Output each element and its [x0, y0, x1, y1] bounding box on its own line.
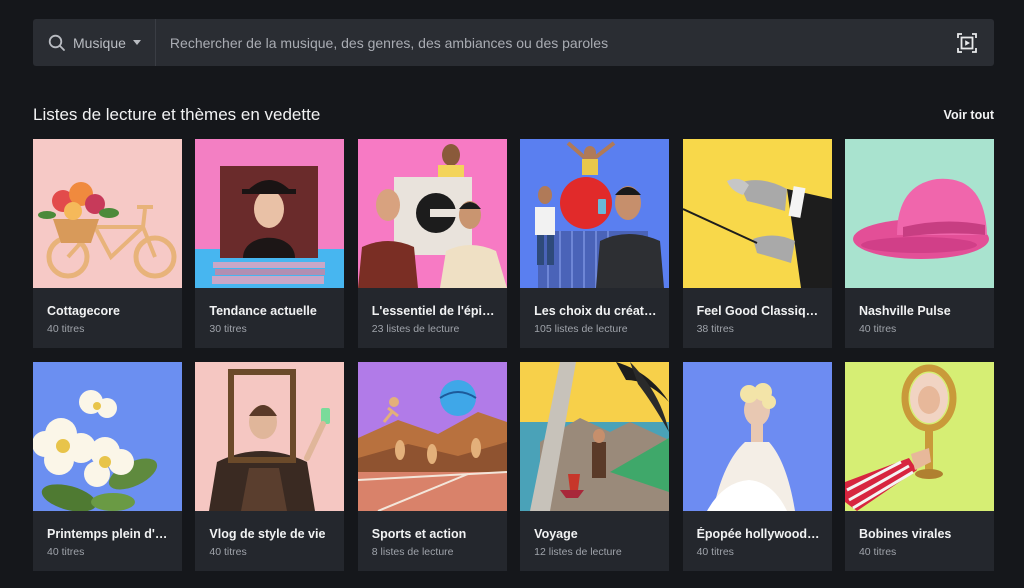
card-title: L'essentiel de l'épid…	[371, 304, 495, 318]
card-subtitle: 40 titres	[858, 323, 897, 335]
playlist-thumbnail	[33, 362, 182, 511]
card-title: Feel Good Classique	[696, 304, 820, 318]
card-subtitle: 38 titres	[696, 323, 734, 335]
playlist-card[interactable]: Les choix du créateur 105 listes de lect…	[520, 139, 670, 348]
card-subtitle: 23 listes de lecture	[371, 323, 460, 335]
visual-search-icon[interactable]	[956, 32, 978, 54]
playlist-thumbnail	[357, 139, 507, 288]
card-title: Sports et action	[371, 527, 467, 541]
playlist-card[interactable]: Vlog de style de vie 40 titres	[195, 362, 345, 571]
card-subtitle: 40 titres	[47, 323, 85, 335]
playlist-thumbnail	[195, 139, 345, 288]
playlist-card[interactable]: Cottagecore 40 titres	[33, 139, 182, 348]
card-subtitle: 40 titres	[47, 546, 85, 558]
playlist-thumbnail	[844, 139, 994, 288]
card-title: Tendance actuelle	[209, 304, 317, 318]
card-title: Nashville Pulse	[858, 304, 951, 318]
card-title: Bobines virales	[858, 527, 952, 541]
playlist-card[interactable]: L'essentiel de l'épid… 23 listes de lect…	[357, 139, 507, 348]
card-subtitle: 12 listes de lecture	[534, 546, 622, 558]
playlist-card[interactable]: Printemps plein d'e… 40 titres	[33, 362, 182, 571]
playlist-grid: Cottagecore 40 titres Tendance actuelle …	[33, 139, 994, 571]
card-title: Cottagecore	[47, 304, 120, 318]
see-all-link[interactable]: Voir tout	[944, 108, 994, 122]
playlist-card[interactable]: Tendance actuelle 30 titres	[195, 139, 345, 348]
playlist-thumbnail	[520, 362, 670, 511]
playlist-card[interactable]: Bobines virales 40 titres	[844, 362, 994, 571]
playlist-thumbnail	[195, 362, 345, 511]
playlist-card[interactable]: Feel Good Classique 38 titres	[682, 139, 832, 348]
card-title: Printemps plein d'e…	[47, 527, 170, 541]
search-input[interactable]	[155, 19, 956, 66]
card-subtitle: 40 titres	[696, 546, 734, 558]
playlist-thumbnail	[357, 362, 507, 511]
playlist-thumbnail	[682, 362, 832, 511]
card-subtitle: 8 listes de lecture	[371, 546, 454, 558]
playlist-card[interactable]: Voyage 12 listes de lecture	[520, 362, 670, 571]
playlist-thumbnail	[520, 139, 670, 288]
playlist-card[interactable]: Épopée hollywoodi… 40 titres	[682, 362, 832, 571]
section-title: Listes de lecture et thèmes en vedette	[33, 105, 321, 124]
search-bar: Musique	[33, 19, 994, 66]
chevron-down-icon	[132, 40, 141, 45]
playlist-thumbnail	[33, 139, 182, 288]
search-icon	[48, 34, 65, 51]
card-title: Vlog de style de vie	[209, 527, 326, 541]
card-subtitle: 105 listes de lecture	[534, 323, 628, 335]
category-dropdown[interactable]: Musique	[73, 19, 156, 66]
card-subtitle: 40 titres	[858, 546, 897, 558]
card-title: Voyage	[534, 527, 578, 541]
playlist-thumbnail	[682, 139, 832, 288]
playlist-card[interactable]: Nashville Pulse 40 titres	[844, 139, 994, 348]
card-subtitle: 40 titres	[209, 546, 247, 558]
card-title: Les choix du créateur	[534, 304, 658, 318]
playlist-card[interactable]: Sports et action 8 listes de lecture	[357, 362, 507, 571]
category-label: Musique	[73, 34, 126, 51]
playlist-thumbnail	[844, 362, 994, 511]
card-subtitle: 30 titres	[209, 323, 247, 335]
card-title: Épopée hollywoodi…	[696, 527, 820, 541]
